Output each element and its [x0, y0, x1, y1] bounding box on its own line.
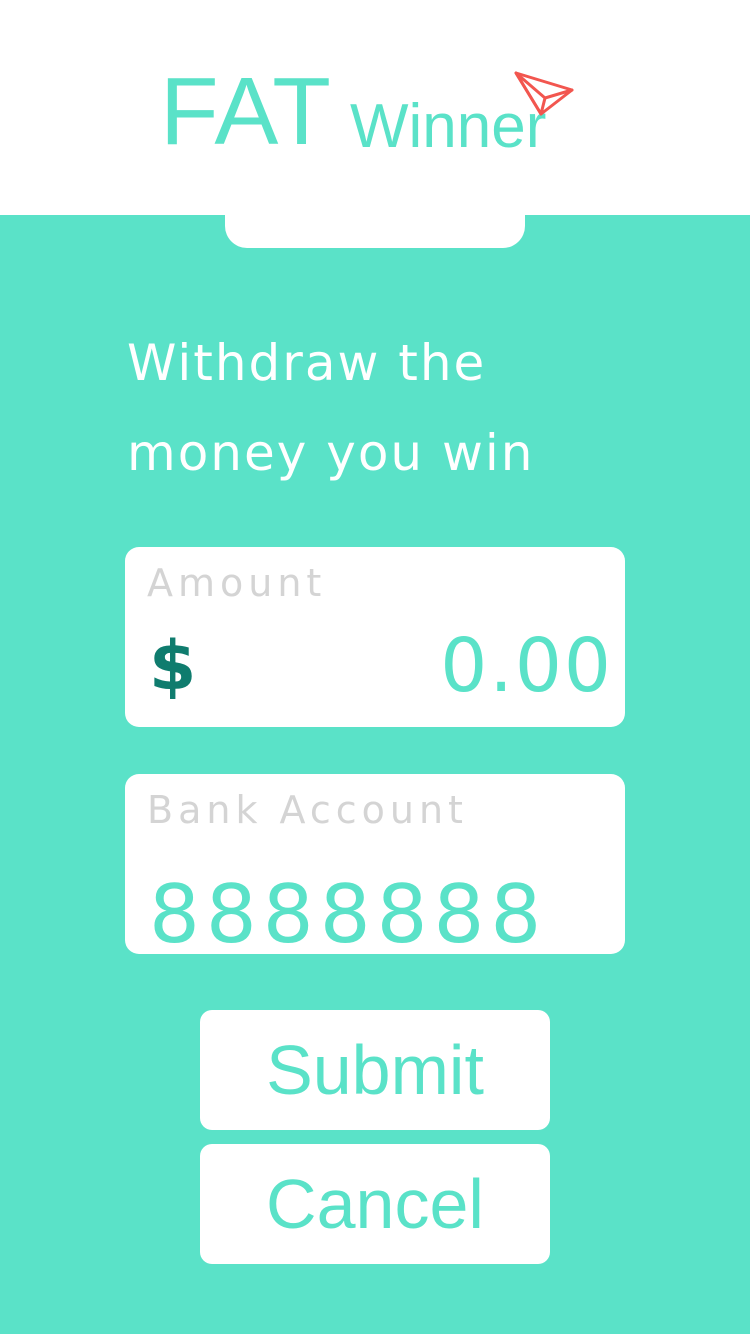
amount-card: Amount $ [125, 547, 625, 727]
cancel-button[interactable]: Cancel [200, 1144, 550, 1264]
amount-label: Amount [147, 561, 327, 605]
amount-input[interactable] [253, 623, 613, 709]
submit-button[interactable]: Submit [200, 1010, 550, 1130]
app-logo: FAT Winner [160, 62, 590, 172]
bank-account-label: Bank Account [147, 788, 468, 832]
bank-account-input[interactable] [149, 870, 609, 960]
currency-symbol: $ [149, 627, 197, 706]
header-tab [225, 180, 525, 248]
logo-fat-text: FAT [160, 58, 332, 165]
paper-plane-icon [514, 71, 574, 116]
headline-line-1: Withdraw the [127, 334, 487, 392]
headline-line-2: money you win [127, 424, 535, 482]
page-headline: Withdraw the money you win [127, 318, 647, 498]
bank-account-card: Bank Account [125, 774, 625, 960]
